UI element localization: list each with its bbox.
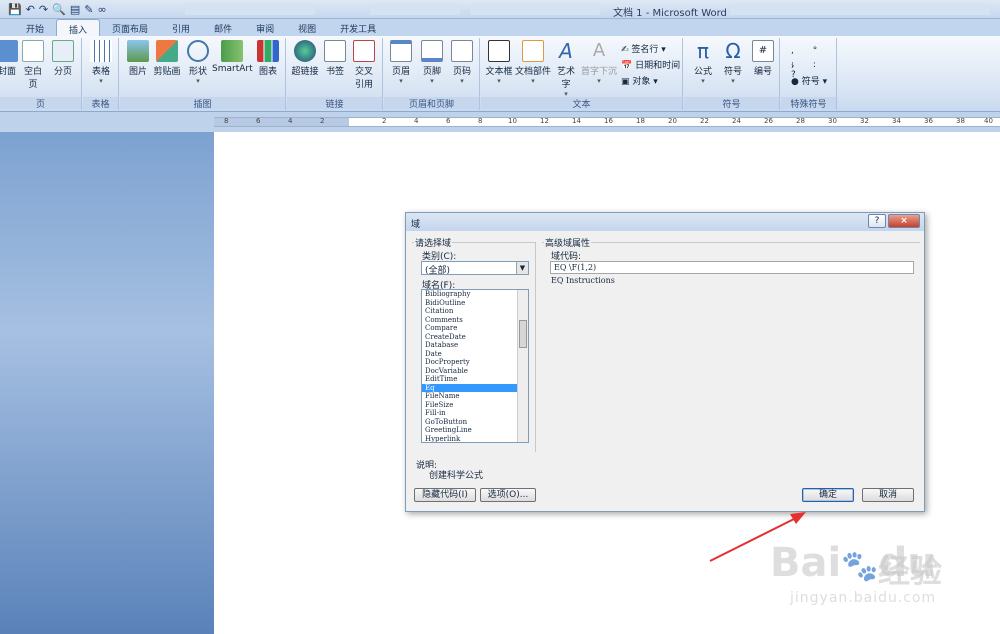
paw-icon: 🐾	[841, 549, 879, 584]
watermark-url: jingyan.baidu.com	[790, 590, 937, 606]
annotation-arrow-icon	[709, 512, 806, 562]
watermark-cn: 经验	[878, 552, 943, 590]
